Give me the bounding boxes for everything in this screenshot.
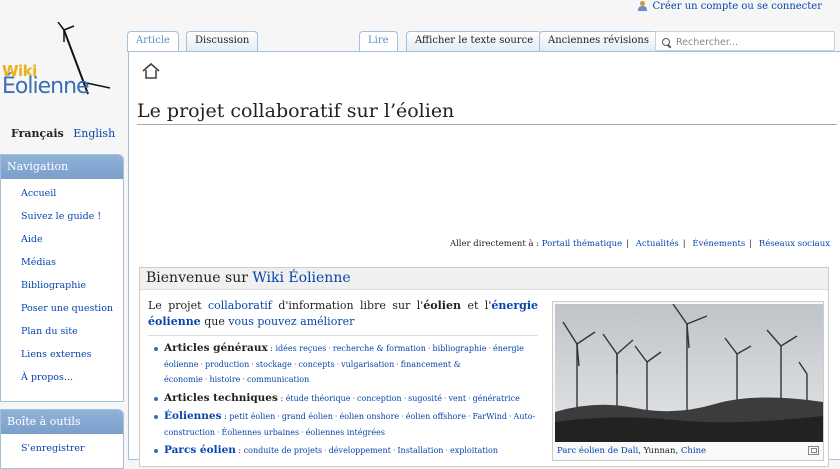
tab-discussion[interactable]: Discussion — [186, 31, 259, 51]
jump-bar: Aller directement à : Portail thématique… — [449, 239, 830, 249]
caption-link-dali[interactable]: Parc éolien de Dali — [557, 446, 638, 456]
tab-read[interactable]: Lire — [359, 31, 398, 52]
intro-divider — [148, 335, 538, 336]
intro-bold-eolien: éolien — [423, 299, 461, 312]
logo-eolienne-text: Éolienne — [2, 74, 90, 99]
search-icon[interactable] — [662, 38, 671, 47]
section-link[interactable]: recherche & formation — [333, 344, 426, 353]
section-label: Articles techniques — [164, 391, 278, 404]
toolbox-title: Boîte à outils — [1, 410, 123, 434]
section-link[interactable]: développement — [329, 446, 391, 455]
user-icon — [638, 1, 648, 11]
section-label[interactable]: Éoliennes — [164, 410, 222, 422]
tab-history[interactable]: Anciennes révisions — [539, 31, 658, 51]
section-link[interactable]: Éoliennes urbaines — [222, 428, 300, 437]
section-link[interactable]: étude théorique — [286, 394, 351, 403]
wind-farm-photo — [555, 304, 823, 442]
section-link[interactable]: stockage — [256, 360, 292, 369]
section-link[interactable]: exploitation — [450, 446, 498, 455]
section-link[interactable]: conduite de projets — [244, 446, 322, 455]
nav-item-accueil[interactable]: Accueil — [21, 188, 56, 199]
section-link[interactable]: éolien offshore — [406, 412, 466, 421]
jump-link-portail[interactable]: Portail thématique — [542, 239, 622, 249]
caption-link-chine[interactable]: Chine — [681, 446, 706, 456]
intro-link-ameliorer[interactable]: vous pouvez améliorer — [228, 315, 354, 328]
language-switcher: Français English — [11, 127, 115, 140]
photo-caption: Parc éolien de Dali, Yunnan, Chine — [557, 446, 706, 456]
nav-item-plan[interactable]: Plan du site — [21, 326, 78, 337]
section-link[interactable]: petit éolien — [229, 412, 275, 421]
jump-link-actualites[interactable]: Actualités — [636, 239, 679, 249]
site-logo[interactable]: Wiki Éolienne — [0, 21, 128, 100]
section-link[interactable]: FarWind — [472, 412, 507, 421]
tool-register-link[interactable]: S'enregistrer — [21, 443, 85, 454]
section-item: Éoliennes : petit éolien · grand éolien · éo… — [152, 409, 542, 440]
nav-item-liens[interactable]: Liens externes — [21, 349, 92, 360]
section-link[interactable]: vulgarisation — [341, 360, 394, 369]
section-link[interactable]: concepts — [298, 360, 334, 369]
intro-t3: et l' — [467, 299, 492, 312]
section-link[interactable]: grand éolien — [282, 412, 333, 421]
main-content: Le projet collaboratif sur l’éolien Alle… — [128, 51, 840, 467]
intro-t2: d'information libre sur l' — [278, 299, 424, 312]
welcome-site-link[interactable]: Wiki Éolienne — [252, 270, 350, 286]
section-label[interactable]: Parcs éolien — [164, 444, 236, 456]
search-input[interactable]: Rechercher... — [655, 31, 835, 51]
section-link[interactable]: production — [205, 360, 249, 369]
section-link[interactable]: sugosité — [408, 394, 442, 403]
intro-link-collaboratif[interactable]: collaboratif — [208, 299, 272, 312]
section-link[interactable]: vent — [448, 394, 466, 403]
enlarge-icon[interactable] — [808, 446, 819, 455]
personal-tools: Créer un compte ou se connecter — [638, 0, 822, 12]
tab-view-source[interactable]: Afficher le texte source — [406, 31, 543, 51]
home-icon[interactable] — [141, 62, 161, 80]
section-link[interactable]: communication — [247, 375, 309, 384]
section-link[interactable]: éolien onshore — [339, 412, 399, 421]
intro-t1: Le projet — [148, 299, 202, 312]
navigation-portlet: Navigation Accueil Suivez le guide ! Aid… — [0, 154, 124, 402]
tab-article[interactable]: Article — [127, 31, 179, 52]
page-title: Le projet collaboratif sur l’éolien — [137, 100, 455, 122]
nav-item-bibliographie[interactable]: Bibliographie — [21, 280, 86, 291]
language-current: Français — [11, 127, 64, 140]
section-item: Articles généraux : idées reçues · recherc… — [152, 341, 542, 388]
toolbox-portlet: Boîte à outils S'enregistrer — [0, 409, 124, 469]
section-link[interactable]: conception — [357, 394, 402, 403]
language-english-link[interactable]: English — [73, 127, 115, 140]
section-link[interactable]: Installation — [397, 446, 443, 455]
nav-item-aide[interactable]: Aide — [21, 234, 43, 245]
intro-text: Le projet collaboratif d'information lib… — [148, 298, 538, 330]
section-item: Parcs éolien : conduite de projets · dével… — [152, 443, 542, 459]
nav-item-question[interactable]: Poser une question — [21, 303, 113, 314]
welcome-prefix: Bienvenue sur — [146, 270, 248, 286]
create-account-link[interactable]: Créer un compte ou se connecter — [652, 1, 822, 12]
jump-link-evenements[interactable]: Événements — [692, 239, 745, 249]
search-placeholder: Rechercher... — [676, 37, 738, 48]
section-link[interactable]: idées reçues — [276, 344, 327, 353]
section-link[interactable]: éoliennes intégrées — [306, 428, 385, 437]
intro-t4: que — [204, 315, 225, 328]
section-label: Articles généraux — [164, 342, 268, 354]
caption-rest: , Yunnan, — [638, 446, 681, 456]
photo-thumbnail[interactable]: Parc éolien de Dali, Yunnan, Chine — [552, 301, 824, 461]
jump-link-reseaux[interactable]: Réseaux sociaux — [759, 239, 830, 249]
section-link[interactable]: histoire — [209, 375, 240, 384]
nav-item-guide[interactable]: Suivez le guide ! — [21, 211, 101, 222]
navigation-title: Navigation — [1, 155, 123, 179]
section-link[interactable]: génératrice — [473, 394, 520, 403]
section-list: Articles généraux : idées reçues · recherc… — [152, 341, 542, 462]
nav-item-medias[interactable]: Médias — [21, 257, 56, 268]
section-item: Articles techniques : étude théorique · co… — [152, 391, 542, 407]
jump-label: Aller directement à : — [449, 239, 540, 249]
section-link[interactable]: bibliographie — [432, 344, 486, 353]
title-divider — [137, 124, 837, 125]
welcome-heading: Bienvenue sur Wiki Éolienne — [140, 268, 828, 290]
welcome-box: Bienvenue sur Wiki Éolienne Le projet co… — [139, 267, 829, 467]
nav-item-apropos[interactable]: À propos... — [21, 372, 73, 383]
